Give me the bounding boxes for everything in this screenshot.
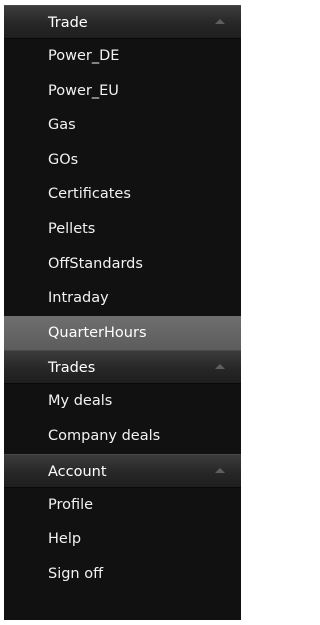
chevron-up-icon[interactable] — [215, 467, 225, 473]
section-title: Trade — [48, 15, 88, 31]
section-items-trades: My deals Company deals — [4, 384, 241, 453]
nav-item-help[interactable]: Help — [4, 522, 241, 557]
sidebar-nav: Trade Power_DE Power_EU Gas GOs Certific… — [4, 5, 241, 620]
nav-item-profile[interactable]: Profile — [4, 488, 241, 523]
nav-item-my-deals[interactable]: My deals — [4, 384, 241, 419]
section-title: Trades — [48, 360, 96, 377]
nav-item-gas[interactable]: Gas — [4, 108, 241, 143]
nav-item-pellets[interactable]: Pellets — [4, 212, 241, 247]
section-header-trades[interactable]: Trades — [4, 350, 241, 385]
nav-item-power-eu[interactable]: Power_EU — [4, 74, 241, 109]
section-items-account: Profile Help Sign off — [4, 488, 241, 592]
nav-item-intraday[interactable]: Intraday — [4, 281, 241, 316]
nav-item-power-de[interactable]: Power_DE — [4, 39, 241, 74]
section-header-account[interactable]: Account — [4, 453, 241, 488]
nav-item-company-deals[interactable]: Company deals — [4, 419, 241, 454]
nav-item-certificates[interactable]: Certificates — [4, 177, 241, 212]
nav-item-sign-off[interactable]: Sign off — [4, 557, 241, 592]
nav-item-gos[interactable]: GOs — [4, 143, 241, 178]
chevron-up-icon[interactable] — [215, 19, 225, 24]
nav-item-quarterhours[interactable]: QuarterHours — [4, 315, 241, 351]
section-header-trade[interactable]: Trade — [4, 5, 241, 39]
nav-item-offstandards[interactable]: OffStandards — [4, 247, 241, 282]
chevron-up-icon[interactable] — [215, 364, 225, 370]
section-title: Account — [48, 463, 107, 480]
section-items-trade: Power_DE Power_EU Gas GOs Certificates P… — [4, 39, 241, 351]
